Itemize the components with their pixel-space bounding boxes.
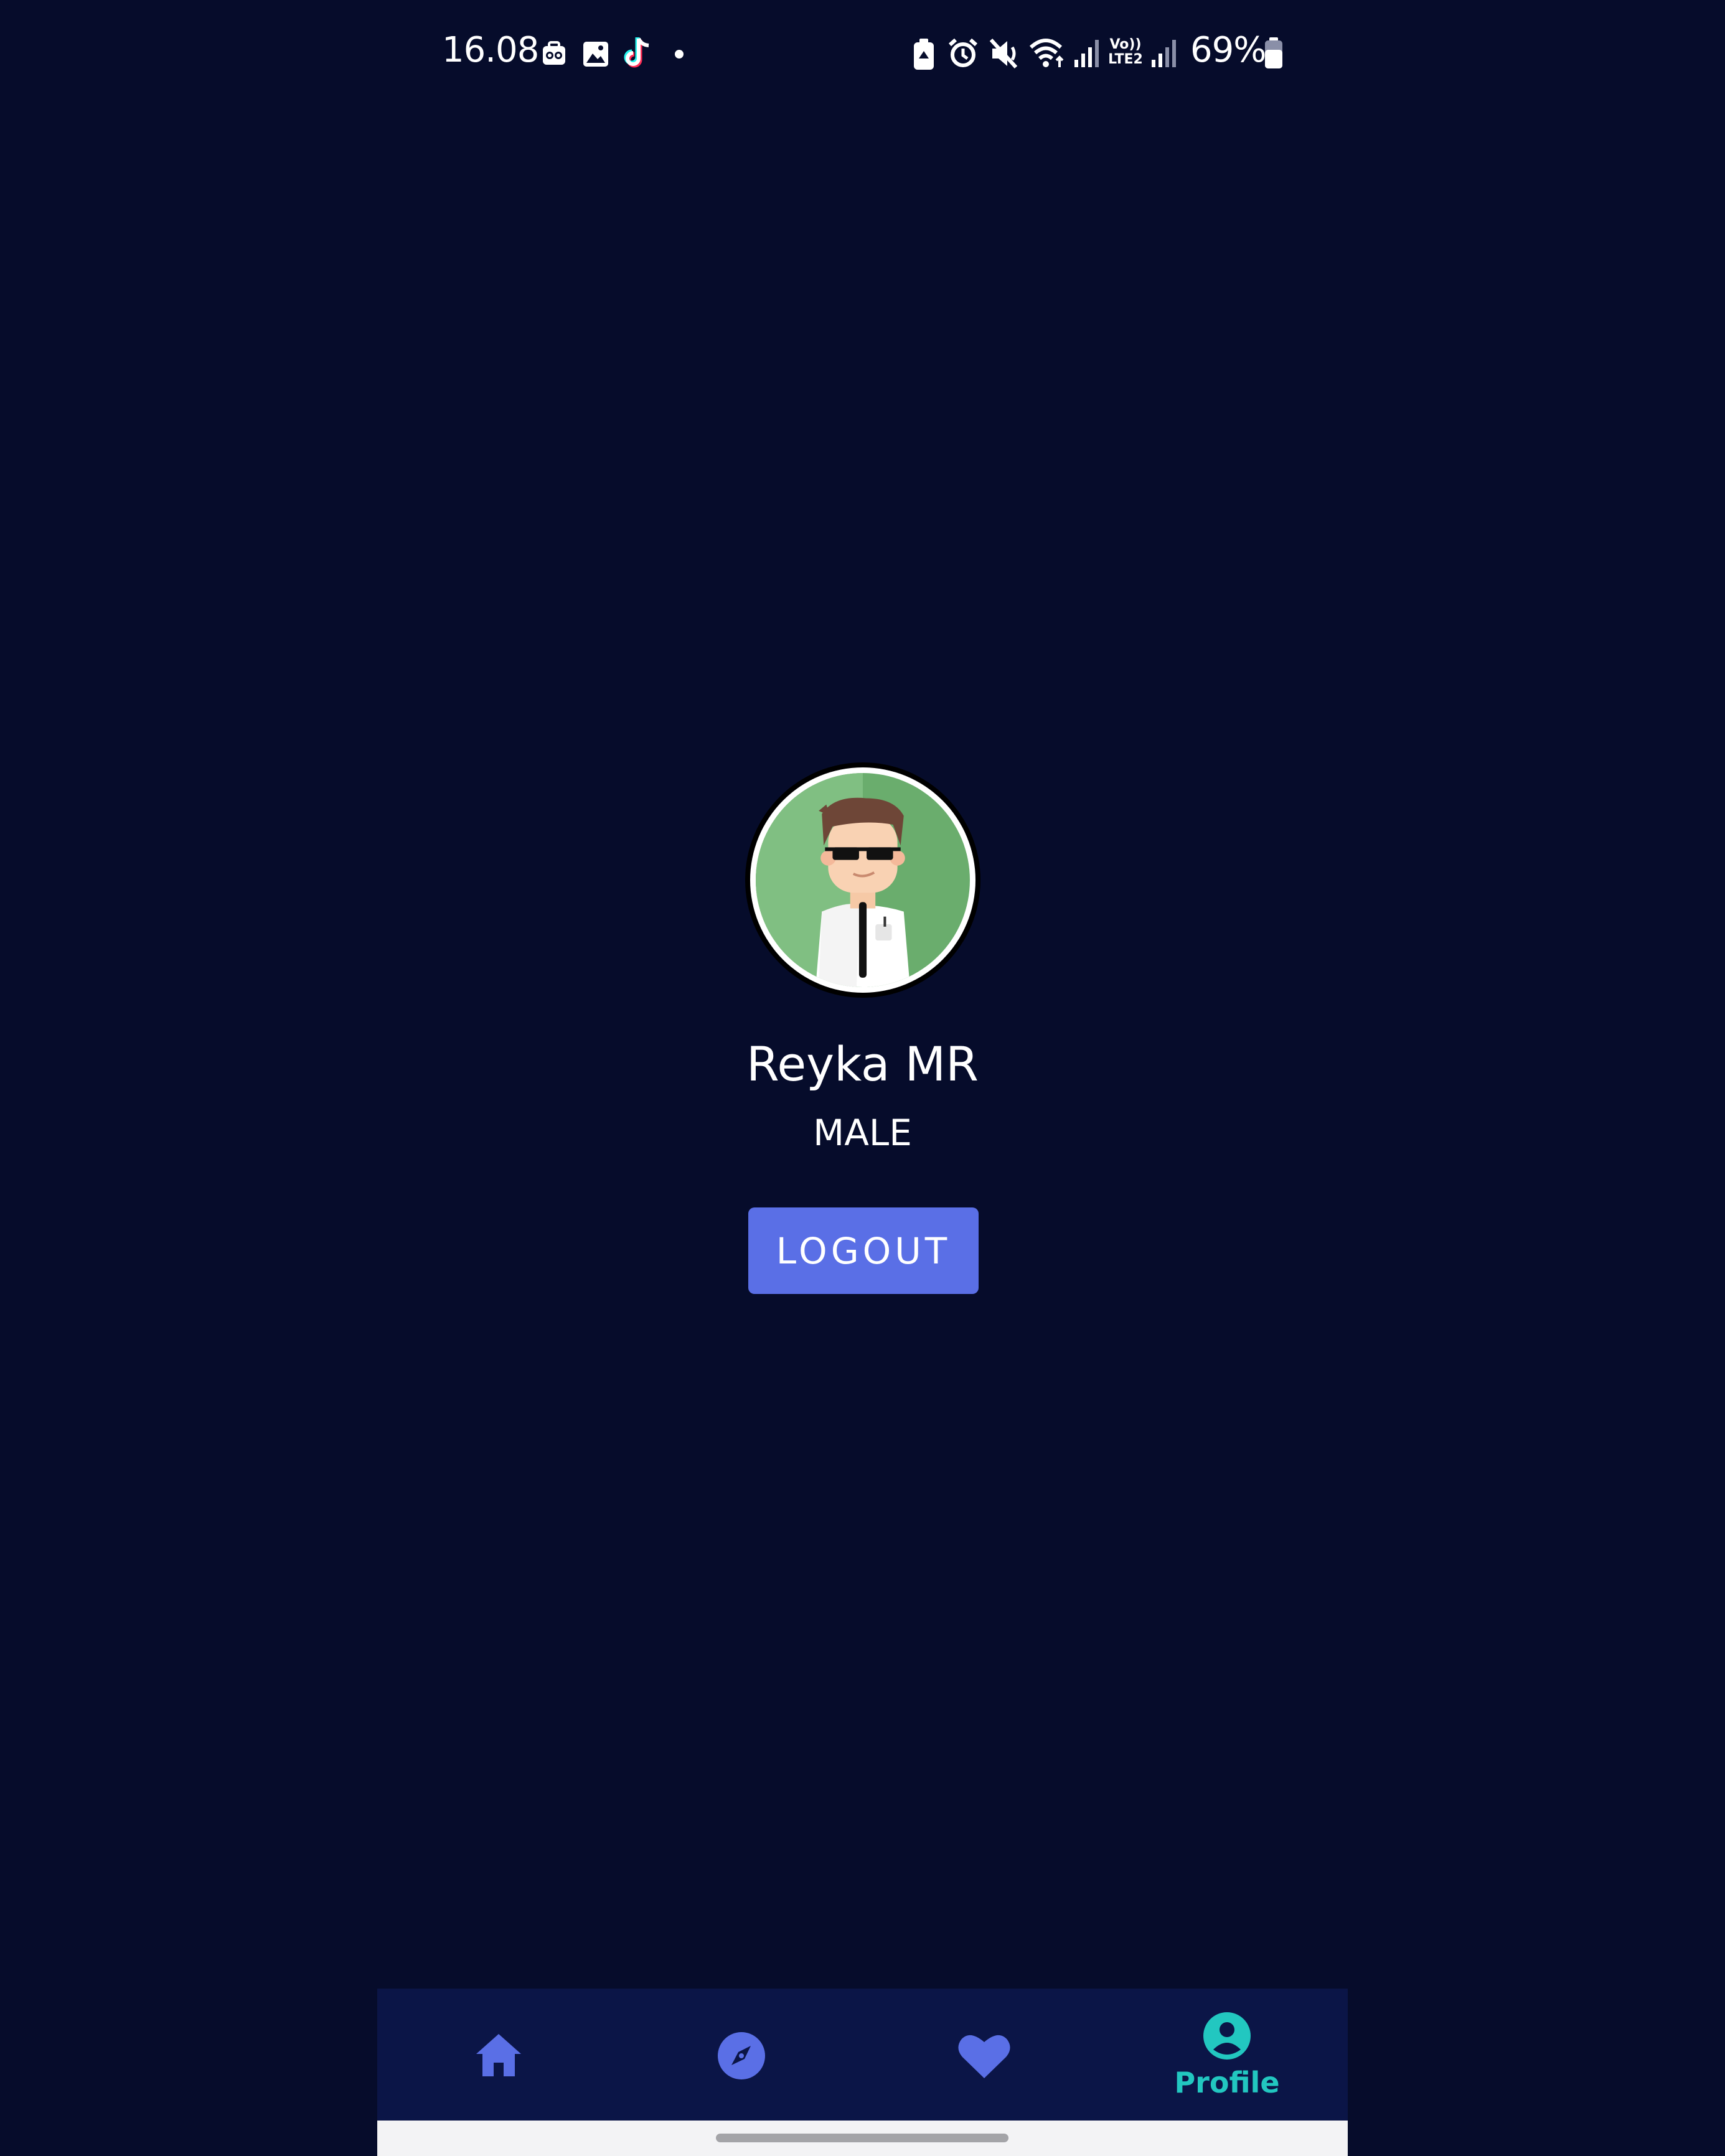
heart-icon (958, 2035, 1010, 2078)
profile-icon (1203, 2012, 1251, 2060)
battery-saver-icon (914, 39, 934, 70)
bottom-navigation: Profile (377, 1989, 1348, 2121)
profile-gender: MALE (813, 1112, 912, 1154)
logout-button[interactable]: LOGOUT (748, 1207, 979, 1294)
avatar-illustration (756, 773, 970, 987)
profile-screen: 16.08 Vo)) LTE2 69% Reyka MR MALE LOGOUT… (0, 0, 1725, 2156)
nav-item-home[interactable] (377, 1989, 620, 2121)
volte-icon: Vo)) LTE2 (1106, 37, 1145, 71)
compass-icon (718, 2032, 765, 2079)
avatar (745, 762, 980, 998)
profile-name: Reyka MR (746, 1036, 979, 1092)
battery-percentage: 69% (1190, 30, 1266, 70)
signal-icon (1152, 40, 1176, 67)
volte-line1: Vo)) (1109, 37, 1142, 52)
gallery-icon (583, 42, 608, 67)
volte-line2: LTE2 (1108, 52, 1143, 67)
dot-icon (675, 50, 684, 59)
nav-item-explore[interactable] (620, 1989, 863, 2121)
status-time: 16.08 (442, 30, 539, 70)
alarm-icon (949, 38, 977, 67)
wifi-icon (1029, 39, 1064, 67)
home-icon (476, 2034, 521, 2076)
nav-item-favorites[interactable] (863, 1989, 1106, 2121)
mute-icon (989, 38, 1018, 69)
notification-app-icon (543, 41, 565, 65)
gesture-handle[interactable] (716, 2134, 1008, 2142)
nav-label-profile: Profile (1174, 2066, 1280, 2099)
tiktok-icon (624, 37, 649, 68)
battery-icon (1265, 37, 1282, 68)
signal-icon (1074, 40, 1099, 67)
status-bar: 16.08 Vo)) LTE2 69% (0, 0, 1725, 106)
nav-item-profile[interactable]: Profile (1106, 1989, 1348, 2121)
